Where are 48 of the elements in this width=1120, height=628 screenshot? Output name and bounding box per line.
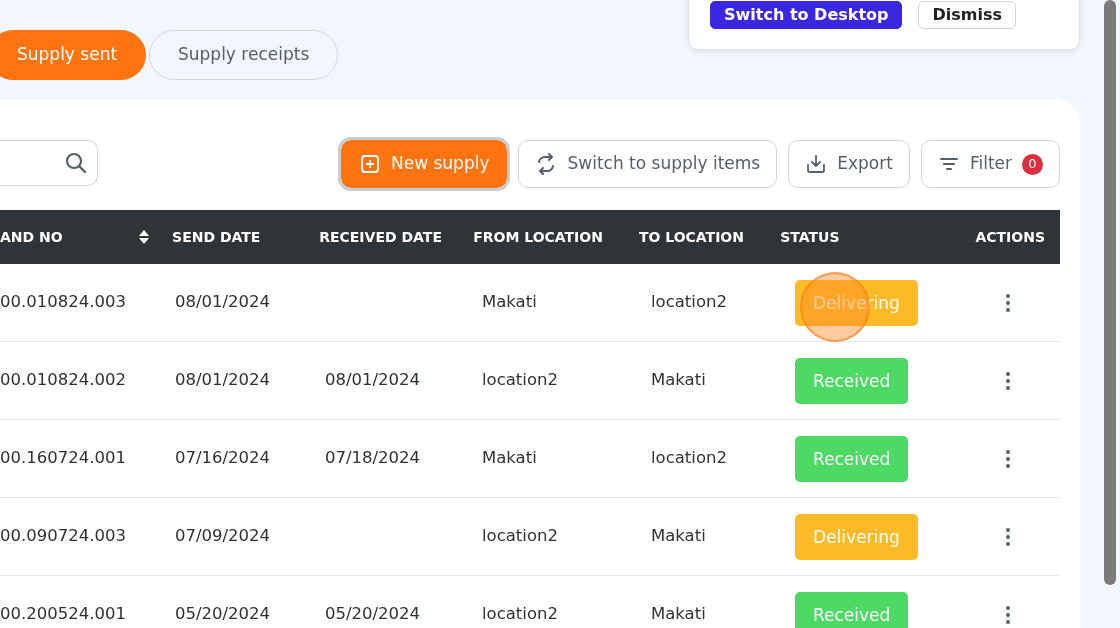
column-header: ACTIONS [975, 227, 1045, 247]
column-header: SEND DATE [172, 228, 261, 245]
column-header: STATUS [780, 228, 840, 245]
table-cell: 05/20/2024 [325, 604, 421, 624]
status-badge: Received [795, 591, 909, 628]
table-cell: 08/01/2024 [175, 292, 271, 312]
table-cell: Makati [651, 526, 706, 546]
table-cell-text: 00.090724.003 [0, 525, 126, 548]
table-cell: location2 [482, 526, 558, 546]
table-cell: 07/16/2024 [175, 448, 271, 468]
search-field[interactable] [0, 140, 98, 186]
table-cell: Makati [651, 604, 706, 624]
status-badge: Delivering [795, 279, 918, 326]
table-cell: Makati [482, 292, 537, 312]
table-cell: Makati [651, 370, 706, 390]
table-cell: 07/09/2024 [175, 526, 271, 546]
tab[interactable]: Supply receipts [149, 30, 339, 80]
download-icon [805, 153, 828, 175]
table-cell-text: 00.010824.003 [0, 291, 126, 314]
count-badge: 0 [1022, 153, 1043, 175]
table-cell: location2 [651, 292, 727, 312]
status-badge: Received [795, 435, 909, 482]
table-cell: location2 [482, 370, 558, 390]
sort-icon[interactable] [138, 229, 151, 245]
column-header: TO LOCATION [638, 228, 744, 245]
status-badge: Received [795, 357, 909, 404]
table-cell: 05/20/2024 [175, 604, 271, 624]
table-cell-text: 00.160724.001 [0, 447, 126, 470]
toolbar-button[interactable]: Switch to supply items [518, 140, 778, 188]
table-cell: Makati [482, 448, 537, 468]
table-cell: location2 [651, 448, 727, 468]
table-cell: 08/01/2024 [325, 370, 421, 390]
plus-icon [359, 153, 381, 175]
column-header: RECEIVED DATE [319, 228, 442, 245]
dismiss-button[interactable]: Dismiss [918, 1, 1016, 29]
status-badge: Delivering [795, 513, 918, 560]
scrollbar-thumb[interactable] [1104, 0, 1116, 585]
table-cell-text: 00.200524.001 [0, 603, 126, 626]
table-cell: 08/01/2024 [175, 370, 271, 390]
table-cell: 07/18/2024 [325, 448, 421, 468]
switch-button[interactable]: Switch to Desktop [710, 1, 903, 29]
column-header: AND NO [0, 227, 63, 247]
search-icon [65, 152, 87, 174]
toolbar-button[interactable]: Export [788, 140, 910, 188]
toolbar-button[interactable]: Filter 0 [920, 140, 1060, 188]
column-header: FROM LOCATION [473, 228, 603, 245]
table-cell: location2 [482, 604, 558, 624]
table-cell-text: 00.010824.002 [0, 369, 126, 392]
